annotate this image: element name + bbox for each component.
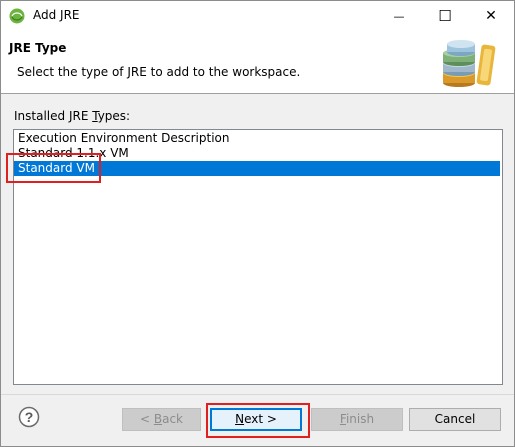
next-button[interactable]: Next > (210, 408, 302, 431)
back-button[interactable]: < Back (122, 408, 201, 431)
wizard-header: JRE Type Select the type of JRE to add t… (1, 31, 514, 93)
minimize-icon: — (393, 9, 405, 23)
list-item-standard-11x-vm[interactable]: Standard 1.1.x VM (14, 146, 500, 161)
page-title: JRE Type (9, 41, 67, 55)
minimize-button[interactable]: — (376, 1, 422, 31)
title-bar: Add JRE — ☐ ✕ (1, 1, 514, 31)
page-description: Select the type of JRE to add to the wor… (17, 65, 301, 79)
installed-jre-types-label: Installed JRE Types: (14, 109, 131, 123)
window-title: Add JRE (33, 8, 80, 22)
list-item-execution-environment[interactable]: Execution Environment Description (14, 131, 500, 146)
jre-types-list[interactable]: Execution Environment Description Standa… (13, 129, 503, 385)
finish-button[interactable]: Finish (311, 408, 403, 431)
maximize-button[interactable]: ☐ (422, 1, 468, 31)
footer-separator (1, 394, 514, 395)
close-icon: ✕ (485, 8, 497, 24)
eclipse-app-icon (9, 8, 25, 24)
cancel-button[interactable]: Cancel (409, 408, 501, 431)
library-books-icon (443, 40, 496, 87)
help-icon[interactable]: ? (18, 406, 40, 428)
add-jre-dialog: Add JRE — ☐ ✕ JRE Type Select the type o… (0, 0, 515, 447)
close-button[interactable]: ✕ (468, 1, 514, 31)
svg-text:?: ? (25, 409, 34, 425)
header-separator (1, 93, 514, 94)
maximize-icon: ☐ (438, 7, 452, 25)
list-item-standard-vm[interactable]: Standard VM (14, 161, 500, 176)
